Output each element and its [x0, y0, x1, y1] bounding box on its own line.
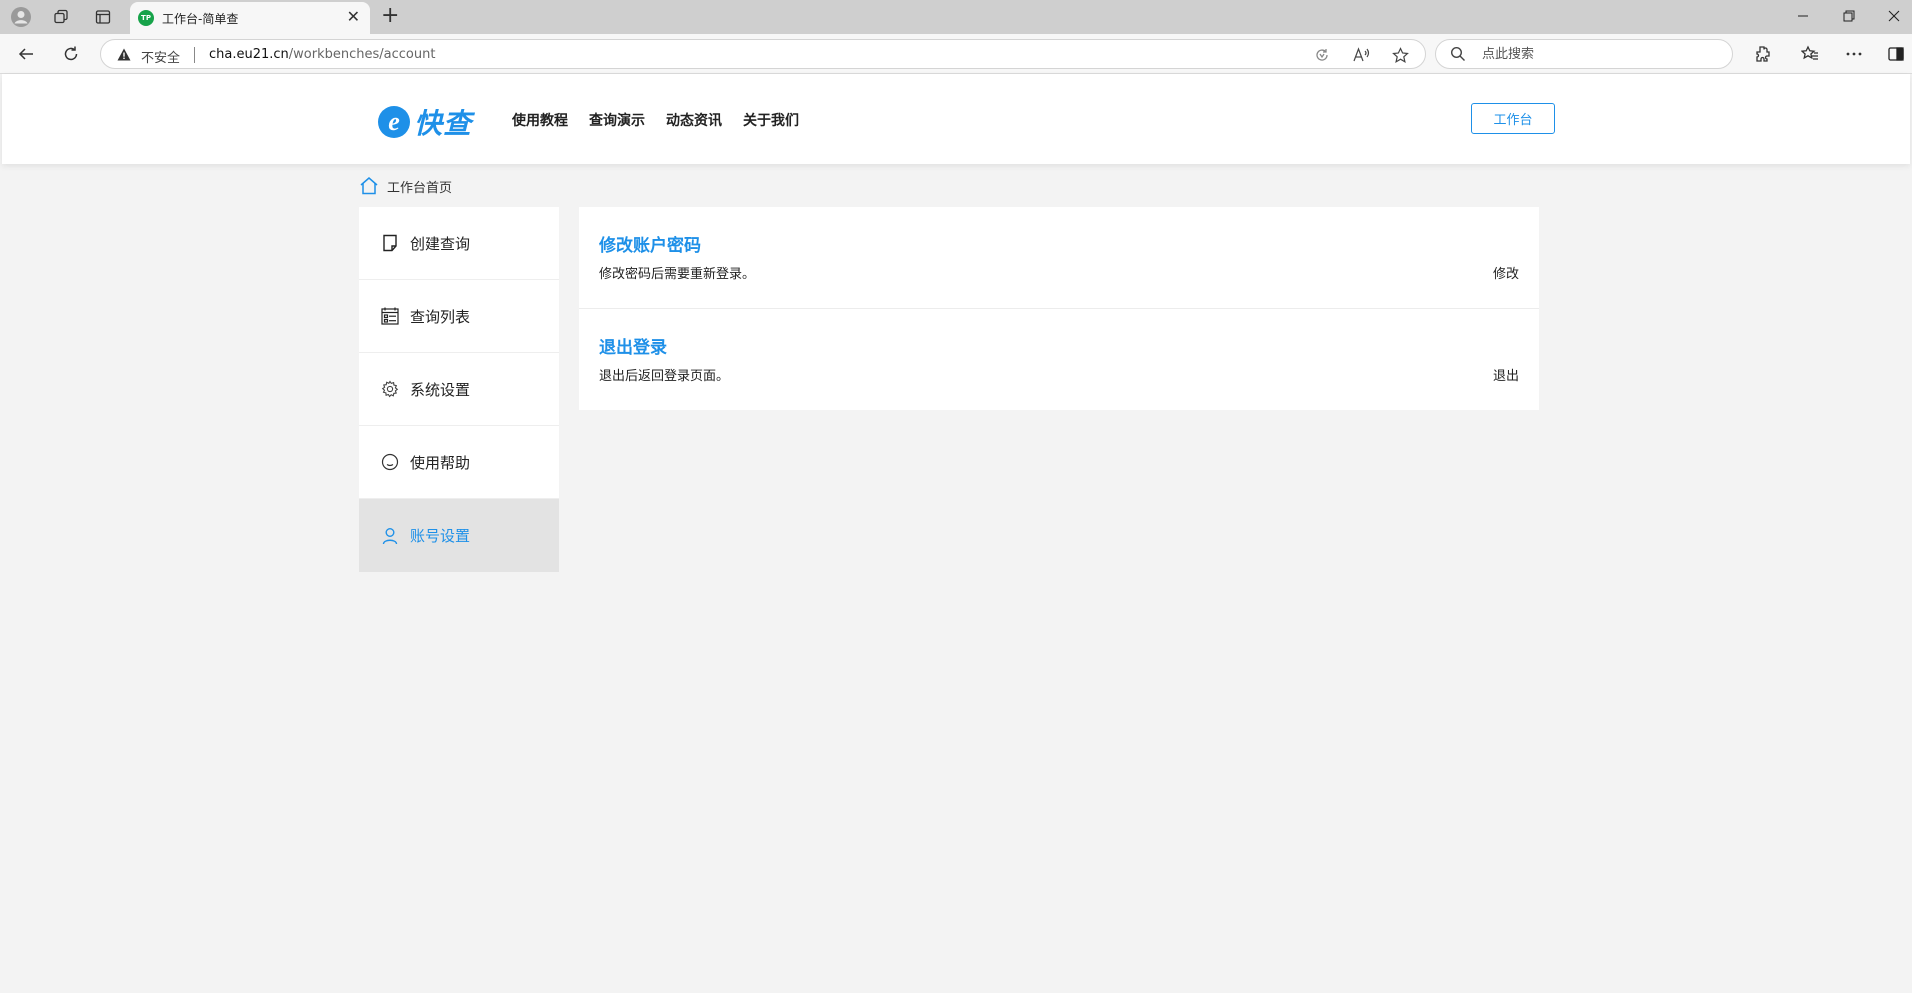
search-icon: [1450, 46, 1465, 61]
gear-icon: [381, 380, 399, 398]
sidebar-item-help[interactable]: 使用帮助: [359, 426, 559, 499]
url-path: /workbenches/account: [288, 47, 436, 62]
tab-title: 工作台-简单查: [162, 12, 239, 26]
tab-close-icon[interactable]: ✕: [347, 8, 360, 26]
search-input[interactable]: [1482, 45, 1712, 63]
translate-icon[interactable]: [1313, 46, 1331, 64]
new-tab-button[interactable]: +: [381, 4, 399, 28]
logout-button[interactable]: 退出: [1493, 365, 1519, 384]
profile-icon[interactable]: [10, 6, 32, 28]
sidebar-toggle-icon[interactable]: [1885, 43, 1907, 65]
nav-link-demo[interactable]: 查询演示: [589, 110, 645, 130]
logo-text: 快查: [414, 107, 473, 140]
list-icon: [381, 307, 399, 325]
sidebar-item-label: 查询列表: [410, 307, 471, 326]
change-password-desc: 修改密码后需要重新登录。: [599, 267, 756, 282]
nav-link-news[interactable]: 动态资讯: [666, 110, 722, 130]
url-bar[interactable]: 不安全 cha.eu21.cn/workbenches/account: [100, 39, 1426, 69]
browser-search-box[interactable]: [1435, 39, 1733, 69]
nav-link-about[interactable]: 关于我们: [743, 110, 799, 130]
site-nav: 使用教程 查询演示 动态资讯 关于我们: [512, 110, 799, 130]
change-password-title[interactable]: 修改账户密码: [599, 231, 701, 256]
breadcrumb: 工作台首页: [359, 176, 452, 196]
url-text[interactable]: cha.eu21.cn/workbenches/account: [209, 47, 435, 62]
sidebar-item-label: 创建查询: [410, 234, 471, 253]
read-aloud-icon[interactable]: [1353, 46, 1371, 64]
sidebar-item-account-settings[interactable]: 账号设置: [359, 499, 559, 572]
reload-icon[interactable]: [59, 42, 83, 66]
insecure-label[interactable]: 不安全: [141, 47, 180, 66]
browser-address-bar: 不安全 cha.eu21.cn/workbenches/account: [0, 34, 1912, 74]
back-icon[interactable]: [14, 42, 38, 66]
workbench-button[interactable]: 工作台: [1471, 103, 1555, 134]
url-host: cha.eu21.cn: [209, 47, 289, 62]
site-logo[interactable]: e 快查: [378, 102, 472, 142]
change-password-button[interactable]: 修改: [1493, 263, 1519, 282]
nav-link-tutorial[interactable]: 使用教程: [512, 110, 568, 130]
favorites-icon[interactable]: [1799, 43, 1821, 65]
browser-tab-active[interactable]: TP 工作台-简单查 ✕: [130, 2, 370, 34]
url-separator: [194, 47, 195, 63]
logout-row: 退出登录 退出后返回登录页面。 退出: [579, 309, 1539, 410]
browser-tab-bar: TP 工作台-简单查 ✕ +: [0, 0, 1912, 34]
more-menu-icon[interactable]: [1843, 43, 1865, 65]
breadcrumb-home-link[interactable]: 工作台首页: [387, 177, 452, 196]
tab-favicon-icon: TP: [138, 10, 154, 26]
user-icon: [381, 527, 399, 545]
sidebar-item-label: 使用帮助: [410, 453, 471, 472]
close-window-icon[interactable]: [1879, 6, 1909, 26]
document-icon: [381, 234, 399, 252]
sidebar-item-label: 系统设置: [410, 380, 471, 399]
minimize-icon[interactable]: [1788, 6, 1818, 26]
collections-icon[interactable]: [50, 6, 72, 28]
home-icon[interactable]: [359, 176, 379, 196]
logo-e-icon: e: [378, 106, 410, 138]
extensions-icon[interactable]: [1751, 43, 1773, 65]
restore-icon[interactable]: [1834, 6, 1864, 26]
favorite-star-icon[interactable]: [1391, 46, 1409, 64]
sidebar: 创建查询 查询列表 系统设置 使用帮助 账号设置: [359, 207, 559, 572]
site-header: e 快查 使用教程 查询演示 动态资讯 关于我们 工作台: [2, 74, 1910, 164]
sidebar-item-system-settings[interactable]: 系统设置: [359, 353, 559, 426]
logout-title[interactable]: 退出登录: [599, 333, 667, 358]
account-settings-panel: 修改账户密码 修改密码后需要重新登录。 修改 退出登录 退出后返回登录页面。 退…: [579, 207, 1539, 410]
smile-icon: [381, 453, 399, 471]
change-password-row: 修改账户密码 修改密码后需要重新登录。 修改: [579, 207, 1539, 309]
logout-desc: 退出后返回登录页面。: [599, 369, 730, 384]
warning-icon: [117, 48, 131, 61]
sidebar-item-label: 账号设置: [410, 527, 471, 545]
sidebar-item-create-query[interactable]: 创建查询: [359, 207, 559, 280]
sidebar-item-query-list[interactable]: 查询列表: [359, 280, 559, 353]
tab-actions-icon[interactable]: [92, 6, 114, 28]
